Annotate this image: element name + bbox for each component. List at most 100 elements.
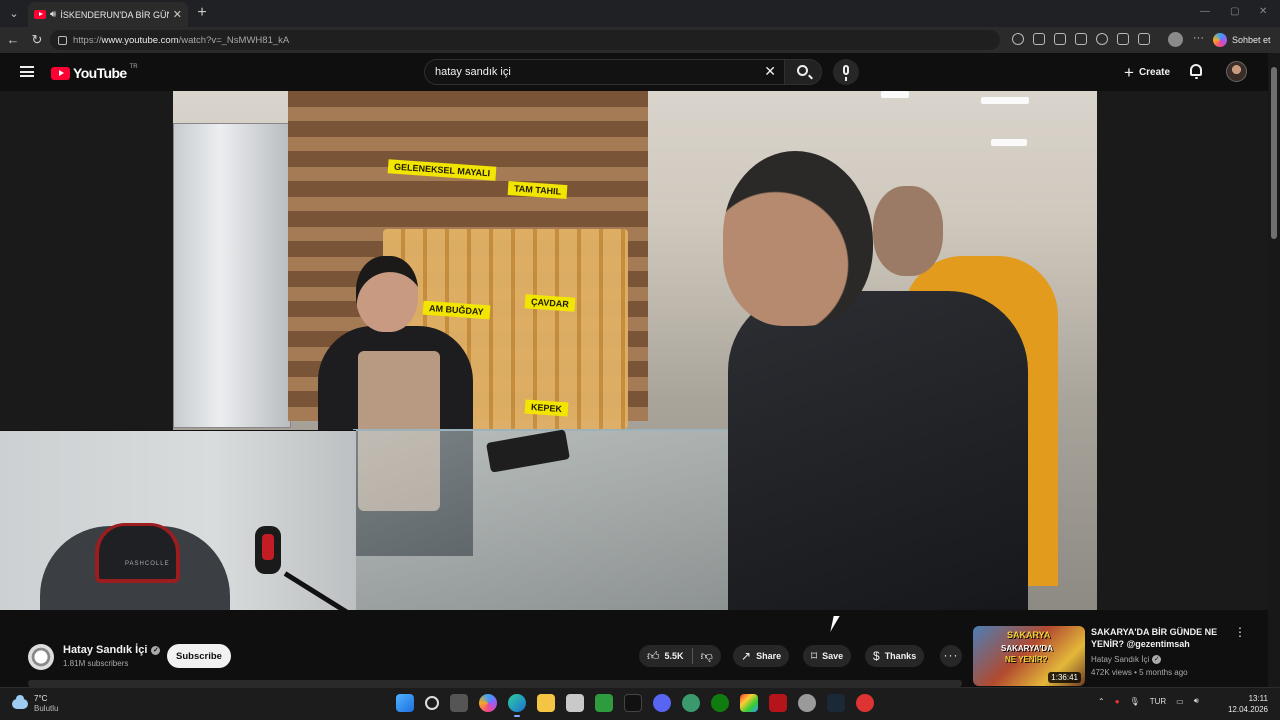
- channel-name-row[interactable]: Hatay Sandık İçi ✓: [63, 644, 161, 656]
- extension-icons: [1012, 33, 1150, 45]
- guide-menu-icon[interactable]: [20, 66, 34, 77]
- video-editor-icon[interactable]: [769, 694, 787, 712]
- copilot-label: Sohbet et: [1232, 35, 1271, 45]
- duration-badge: 1:36:41: [1048, 672, 1081, 683]
- page-scrollbar[interactable]: [1268, 53, 1280, 687]
- obs-icon[interactable]: [856, 694, 874, 712]
- search-icon[interactable]: [425, 696, 439, 710]
- shelf-sign: KEPEK: [524, 399, 569, 417]
- recommended-thumbnail[interactable]: SAKARYA SAKARYA'DA NE YENİR? 1:36:41: [973, 626, 1085, 686]
- mouse-cursor: [830, 616, 840, 632]
- dislike-icon[interactable]: 👎︎: [701, 649, 713, 664]
- page-scrollbar-thumb[interactable]: [1271, 67, 1277, 239]
- xbox-icon[interactable]: [711, 694, 729, 712]
- ceiling-light: [991, 139, 1027, 146]
- network-icon[interactable]: ▭: [1176, 697, 1184, 706]
- clear-search-icon[interactable]: ✕: [764, 63, 776, 80]
- horizontal-scrollbar[interactable]: [28, 680, 962, 687]
- minecraft-icon[interactable]: [595, 694, 613, 712]
- more-actions-button[interactable]: ···: [940, 645, 962, 667]
- language-indicator[interactable]: TUR: [1150, 697, 1166, 706]
- like-count[interactable]: 5.5K: [665, 651, 684, 661]
- verified-badge-icon: ✓: [151, 645, 161, 655]
- windows-start-icon[interactable]: [396, 694, 414, 712]
- search-icon: [797, 65, 808, 76]
- refrigerator: [173, 123, 291, 428]
- url-text: https://www.youtube.com/watch?v=_NsMWH81…: [73, 34, 290, 46]
- taskbar-apps: [396, 694, 874, 717]
- recording-icon[interactable]: ●: [1115, 697, 1120, 706]
- like-icon[interactable]: 👍︎: [647, 649, 660, 664]
- microphone-icon: [843, 65, 849, 81]
- super-thanks-icon: $: [873, 649, 880, 663]
- recommended-video[interactable]: SAKARYA SAKARYA'DA NE YENİR? 1:36:41 SAK…: [973, 626, 1263, 688]
- channel-avatar[interactable]: [28, 644, 54, 670]
- bookmark-icon: ⌑: [811, 649, 818, 663]
- close-tab-icon[interactable]: ✕: [173, 8, 182, 21]
- youtube-logo[interactable]: YouTube TR: [51, 64, 138, 81]
- new-tab-icon[interactable]: +: [193, 4, 211, 22]
- extensions-puzzle-icon[interactable]: [1117, 33, 1129, 45]
- discord-icon[interactable]: [653, 694, 671, 712]
- voice-search-button[interactable]: [833, 59, 859, 85]
- chair-headrest: [95, 523, 180, 583]
- copilot-icon[interactable]: [479, 694, 497, 712]
- favorites-icon[interactable]: [1138, 33, 1150, 45]
- minimize-icon[interactable]: —: [1200, 6, 1210, 17]
- back-icon[interactable]: ←: [4, 31, 22, 49]
- browser-toolbar: ← ↻ https://www.youtube.com/watch?v=_NsM…: [0, 27, 1280, 53]
- browser-profile-avatar[interactable]: [1168, 32, 1183, 47]
- steam-icon[interactable]: [827, 694, 845, 712]
- taskbar-clock[interactable]: 13:11 12.04.2026: [1224, 693, 1268, 715]
- create-button[interactable]: + Create: [1118, 60, 1176, 84]
- weather-widget[interactable]: 7°C Bulutlu: [12, 694, 58, 714]
- clock-date: 12.04.2026: [1227, 705, 1268, 714]
- translate-icon[interactable]: [1054, 33, 1066, 45]
- thanks-button[interactable]: $ Thanks: [865, 645, 925, 667]
- chair-brand: PASHCOLLE: [125, 561, 170, 567]
- reload-icon[interactable]: ↻: [28, 31, 46, 49]
- refresh-extension-icon[interactable]: [1096, 33, 1108, 45]
- edge-browser-icon[interactable]: [508, 694, 526, 717]
- recommended-channel: Hatay Sandık İçi ✓: [1091, 655, 1162, 664]
- verified-badge-icon: ✓: [1152, 655, 1162, 664]
- reading-view-icon[interactable]: [1033, 33, 1045, 45]
- recommended-menu-icon[interactable]: ⋮: [1234, 626, 1246, 638]
- tab-list-icon[interactable]: ⌄: [4, 3, 24, 23]
- close-window-icon[interactable]: ✕: [1259, 6, 1267, 17]
- notifications-bell-icon[interactable]: [1190, 64, 1202, 79]
- browser-menu-icon[interactable]: ···: [1193, 32, 1204, 44]
- studio-microphone: [255, 526, 281, 574]
- search-input[interactable]: hatay sandık içi ✕: [424, 59, 784, 85]
- search-query: hatay sandık içi: [435, 66, 511, 78]
- task-view-icon[interactable]: [450, 694, 468, 712]
- browser-tab-active[interactable]: 🔊︎ İSKENDERUN'DA BİR GÜNDE ✕: [28, 2, 188, 27]
- volume-icon[interactable]: 🔊︎: [1194, 696, 1199, 706]
- address-bar[interactable]: https://www.youtube.com/watch?v=_NsMWH81…: [50, 30, 1000, 50]
- clock-time: 13:11: [1248, 694, 1268, 703]
- copilot-button[interactable]: Sohbet et: [1213, 31, 1271, 49]
- search-button[interactable]: [784, 59, 822, 85]
- browser-app-icon[interactable]: [682, 694, 700, 712]
- favorite-star-icon[interactable]: [1075, 33, 1087, 45]
- windows-taskbar: 7°C Bulutlu ⌃ ● 🎙︎ TUR ▭ 🔊︎ 13:11 12.04.…: [0, 687, 1280, 720]
- microphone-tray-icon[interactable]: 🎙︎: [1130, 697, 1140, 706]
- recommended-title[interactable]: SAKARYA'DA BİR GÜNDE NE YENİR? @gezentim…: [1091, 626, 1231, 650]
- app-icon[interactable]: [798, 694, 816, 712]
- capcut-icon[interactable]: [624, 694, 642, 712]
- like-dislike-group: 👍︎ 5.5K 👎︎: [639, 645, 721, 667]
- file-explorer-icon[interactable]: [537, 694, 555, 712]
- maximize-icon[interactable]: ▢: [1230, 6, 1239, 17]
- extension-icon[interactable]: [1012, 33, 1024, 45]
- youtube-masthead: YouTube TR hatay sandık içi ✕ + Create: [0, 53, 1268, 91]
- microsoft-store-icon[interactable]: [566, 694, 584, 712]
- office-app-icon[interactable]: [740, 694, 758, 712]
- chevron-up-icon[interactable]: ⌃: [1098, 697, 1105, 706]
- system-tray: ⌃ ● 🎙︎ TUR ▭ 🔊︎: [1098, 696, 1199, 706]
- region-code: TR: [129, 64, 138, 70]
- save-button[interactable]: ⌑ Save: [803, 645, 852, 667]
- account-avatar[interactable]: [1226, 61, 1247, 82]
- speaker-icon[interactable]: 🔊︎: [50, 9, 56, 20]
- share-button[interactable]: ↗ Share: [733, 645, 790, 667]
- subscribe-button[interactable]: Subscribe: [167, 644, 231, 668]
